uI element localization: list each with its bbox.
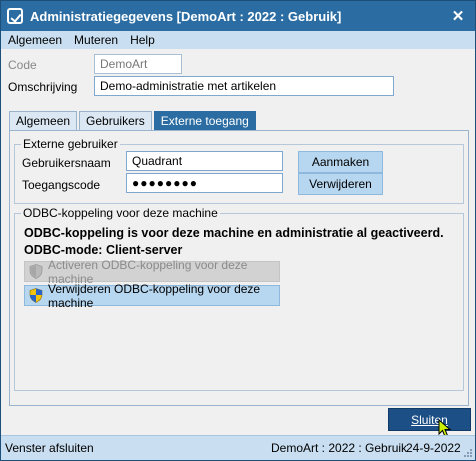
uac-shield-icon (29, 264, 43, 279)
code-field[interactable]: DemoArt (94, 54, 182, 74)
main-window: Administratiegegevens [DemoArt : 2022 : … (0, 0, 476, 461)
tab-strip: Algemeen Gebruikers Externe toegang (9, 111, 258, 130)
menu-bar: Algemeen Muteren Help (1, 31, 475, 49)
tab-externe-toegang[interactable]: Externe toegang (153, 111, 256, 130)
verwijderen-odbc-button[interactable]: Verwijderen ODBC-koppeling voor deze mac… (24, 282, 280, 310)
app-icon (7, 8, 23, 24)
odbc-group-title: ODBC-koppeling voor deze machine (21, 206, 220, 220)
window-title: Administratiegegevens [DemoArt : 2022 : … (30, 8, 342, 24)
status-bar: Venster afsluiten DemoArt : 2022 : Gebru… (1, 435, 475, 460)
title-bar: Administratiegegevens [DemoArt : 2022 : … (1, 1, 475, 31)
omschrijving-label: Omschrijving (8, 80, 78, 94)
externe-gebruiker-title: Externe gebruiker (21, 137, 120, 151)
uac-shield-icon (29, 288, 43, 303)
tab-algemeen[interactable]: Algemeen (9, 111, 78, 130)
aanmaken-button[interactable]: Aanmaken (298, 151, 383, 173)
status-date: 24-9-2022 (406, 441, 461, 455)
activeren-odbc-button: Activeren ODBC-koppeling voor deze machi… (24, 258, 280, 286)
resize-grip-icon[interactable] (463, 448, 473, 458)
odbc-group: ODBC-koppeling voor deze machine ODBC-ko… (14, 206, 464, 391)
menu-muteren[interactable]: Muteren (68, 33, 124, 47)
odbc-status-text: ODBC-koppeling is voor deze machine en a… (24, 226, 444, 240)
verwijderen-odbc-label: Verwijderen ODBC-koppeling voor deze mac… (48, 281, 261, 310)
odbc-mode-text: ODBC-mode: Client-server (24, 243, 183, 257)
status-administration: DemoArt : 2022 : Gebruik (271, 441, 408, 455)
toegangscode-label: Toegangscode (22, 178, 101, 192)
gebruikersnaam-field[interactable]: Quadrant (126, 151, 283, 171)
tab-panel-externe-toegang: Externe gebruiker Gebruikersnaam Quadran… (9, 130, 469, 406)
externe-gebruiker-group: Externe gebruiker Gebruikersnaam Quadran… (14, 137, 464, 204)
code-label: Code (8, 58, 37, 72)
menu-help[interactable]: Help (124, 33, 161, 47)
verwijderen-button[interactable]: Verwijderen (298, 173, 383, 195)
status-hint: Venster afsluiten (5, 441, 94, 455)
close-icon: ✕ (451, 8, 465, 25)
sluiten-button[interactable]: Sluiten (388, 408, 471, 431)
menu-algemeen[interactable]: Algemeen (1, 33, 68, 47)
omschrijving-field[interactable]: Demo-administratie met artikelen (94, 76, 394, 96)
gebruikersnaam-label: Gebruikersnaam (22, 156, 111, 170)
close-button[interactable]: ✕ (441, 1, 475, 31)
tab-gebruikers[interactable]: Gebruikers (79, 111, 152, 130)
toegangscode-field[interactable]: ●●●●●●●● (126, 173, 283, 193)
